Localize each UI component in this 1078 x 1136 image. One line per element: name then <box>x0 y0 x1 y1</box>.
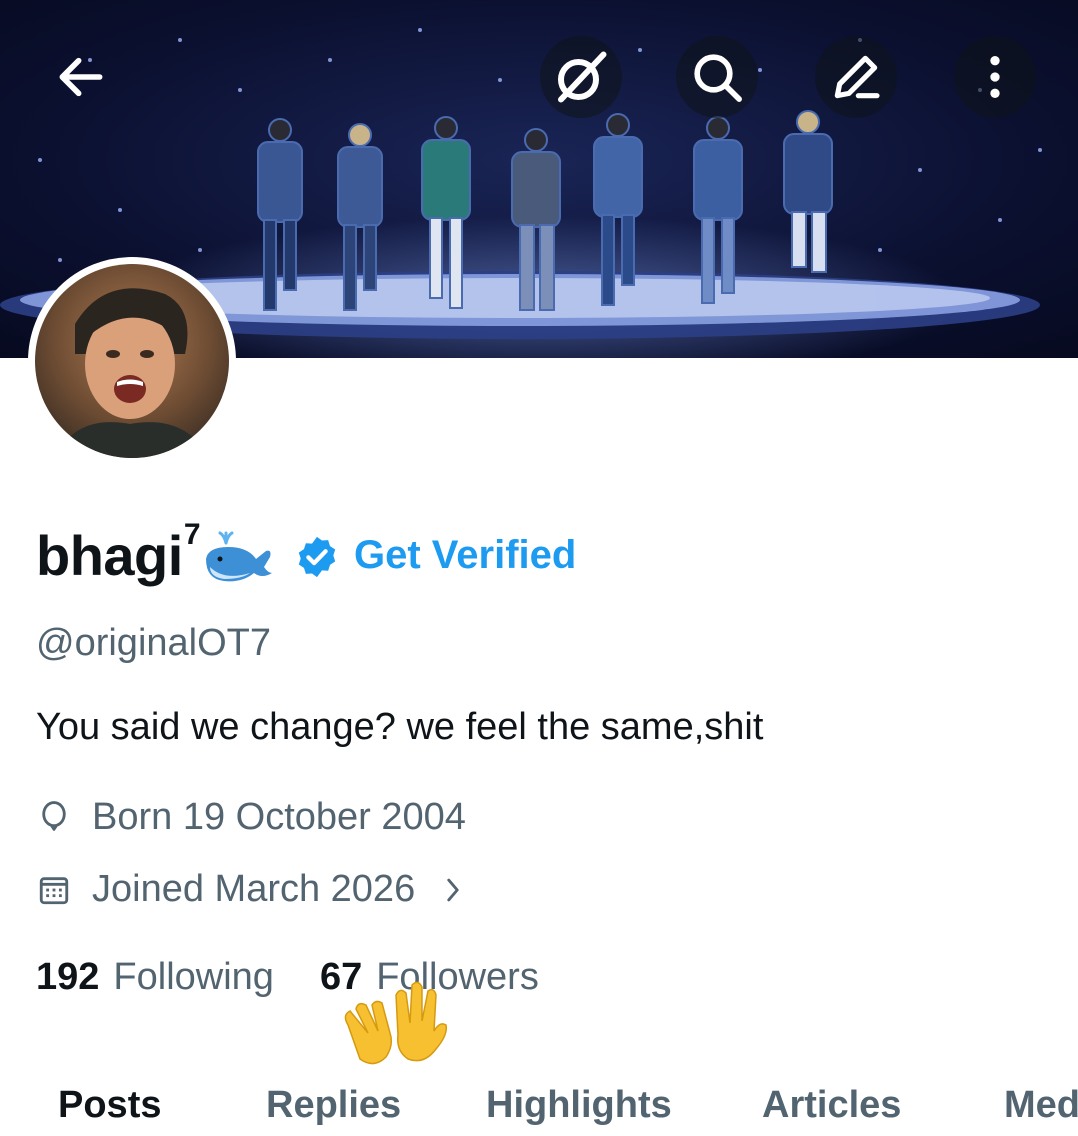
back-button[interactable] <box>40 36 122 118</box>
chevron-right-icon <box>447 878 459 901</box>
edit-icon <box>834 55 880 99</box>
birthdate-text: Born 19 October 2004 <box>92 796 466 838</box>
following-label: Following <box>113 956 274 998</box>
tab-media[interactable]: Media <box>1004 1084 1078 1127</box>
edit-button[interactable] <box>815 36 897 118</box>
balloon-icon <box>42 800 66 831</box>
name-row: bhagi 7 Get Verified <box>36 515 576 595</box>
joined-text: Joined March 2026 <box>92 868 416 910</box>
display-name-superscript: 7 <box>183 518 201 551</box>
profile-handle: @originalOT7 <box>36 622 271 664</box>
search-button[interactable] <box>676 36 758 118</box>
search-icon <box>694 54 742 102</box>
tab-replies[interactable]: Replies <box>266 1084 401 1127</box>
profile-avatar[interactable] <box>28 257 236 465</box>
verified-badge-icon[interactable] <box>294 534 340 580</box>
waving-hands-emoji <box>344 981 448 1065</box>
back-arrow-icon <box>59 57 103 97</box>
get-verified-link[interactable]: Get Verified <box>354 533 576 578</box>
profile-bio: You said we change? we feel the same,shi… <box>36 706 764 748</box>
follow-stats: 192 Following 67 Followers <box>36 956 539 999</box>
display-name: bhagi <box>36 523 183 587</box>
more-icon <box>990 56 1000 98</box>
profile-tabs: Posts Replies Highlights Articles Media <box>0 1080 1078 1136</box>
following-count: 192 <box>36 956 100 998</box>
spouting-whale-emoji <box>206 531 273 582</box>
grok-icon <box>558 51 607 103</box>
more-options-button[interactable] <box>954 36 1036 118</box>
joined-row[interactable]: Joined March 2026 <box>36 868 465 911</box>
avatar-image <box>35 264 229 458</box>
tab-posts[interactable]: Posts <box>58 1084 161 1127</box>
tab-highlights[interactable]: Highlights <box>486 1084 672 1127</box>
following-stat[interactable]: 192 Following <box>36 956 274 999</box>
grok-button[interactable] <box>540 36 622 118</box>
tab-articles[interactable]: Articles <box>762 1084 901 1127</box>
birthdate-row: Born 19 October 2004 <box>36 796 466 839</box>
calendar-icon <box>39 876 69 904</box>
